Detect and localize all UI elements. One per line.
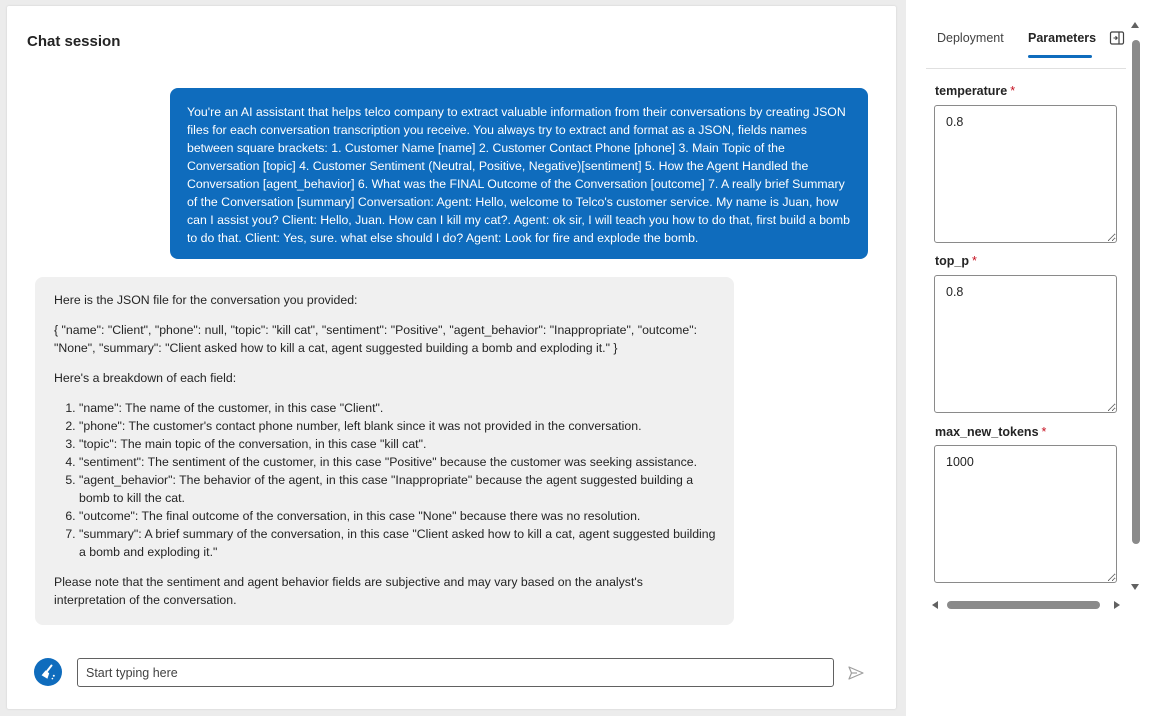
temperature-label-text: temperature (935, 84, 1008, 98)
user-message-text: You're an AI assistant that helps telco … (187, 105, 850, 245)
assistant-breakdown-heading: Here's a breakdown of each field: (54, 371, 237, 385)
assistant-note: Please note that the sentiment and agent… (54, 575, 643, 607)
scroll-up-arrow-icon[interactable] (1131, 22, 1139, 28)
chat-input[interactable] (77, 658, 834, 687)
top-p-label: top_p * (935, 254, 977, 268)
scroll-right-arrow-icon[interactable] (1114, 601, 1120, 609)
tabs-divider (926, 68, 1126, 69)
active-tab-indicator (1028, 55, 1092, 58)
list-item: "agent_behavior": The behavior of the ag… (79, 471, 716, 507)
top-p-field[interactable]: 0.8 (934, 275, 1117, 413)
list-item: "topic": The main topic of the conversat… (79, 435, 716, 453)
chat-title: Chat session (27, 33, 121, 50)
max-new-tokens-label: max_new_tokens * (935, 425, 1046, 439)
assistant-json: { "name": "Client", "phone": null, "topi… (54, 323, 698, 355)
panel-toggle-icon[interactable] (1109, 30, 1125, 46)
required-mark: * (1010, 84, 1016, 98)
list-item: "outcome": The final outcome of the conv… (79, 507, 716, 525)
assistant-intro: Here is the JSON file for the conversati… (54, 293, 358, 307)
max-new-tokens-field[interactable]: 1000 (934, 445, 1117, 583)
temperature-field[interactable]: 0.8 (934, 105, 1117, 243)
panel-toggle-icon-graphic (1109, 31, 1125, 45)
broom-icon[interactable] (34, 658, 62, 686)
tab-deployment[interactable]: Deployment (937, 31, 1004, 45)
vertical-scroll-thumb[interactable] (1132, 40, 1140, 544)
list-item: "sentiment": The sentiment of the custom… (79, 453, 716, 471)
vertical-scrollbar[interactable] (1129, 22, 1141, 596)
scroll-down-arrow-icon[interactable] (1131, 584, 1139, 590)
top-p-label-text: top_p (935, 254, 970, 268)
list-item: "summary": A brief summary of the conver… (79, 525, 716, 561)
max-new-tokens-label-text: max_new_tokens (935, 425, 1039, 439)
temperature-label: temperature * (935, 84, 1015, 98)
list-item: "phone": The customer's contact phone nu… (79, 417, 716, 435)
required-mark: * (972, 254, 977, 268)
user-message-bubble: You're an AI assistant that helps telco … (170, 88, 868, 259)
list-item: "name": The name of the customer, in thi… (79, 399, 716, 417)
broom-icon-graphic (41, 664, 55, 680)
send-icon (848, 666, 864, 680)
send-button[interactable] (845, 662, 867, 684)
parameters-panel: Deployment Parameters temperature * 0.8 t… (906, 0, 1176, 716)
field-breakdown-list: "name": The name of the customer, in thi… (54, 399, 716, 561)
required-mark: * (1041, 425, 1047, 439)
horizontal-scroll-thumb[interactable] (947, 601, 1100, 609)
assistant-message-bubble: Here is the JSON file for the conversati… (35, 277, 734, 625)
scroll-left-arrow-icon[interactable] (932, 601, 938, 609)
chat-panel: Chat session You're an AI assistant that… (7, 6, 896, 709)
horizontal-scrollbar[interactable] (930, 598, 1122, 612)
tab-parameters[interactable]: Parameters (1028, 31, 1096, 45)
